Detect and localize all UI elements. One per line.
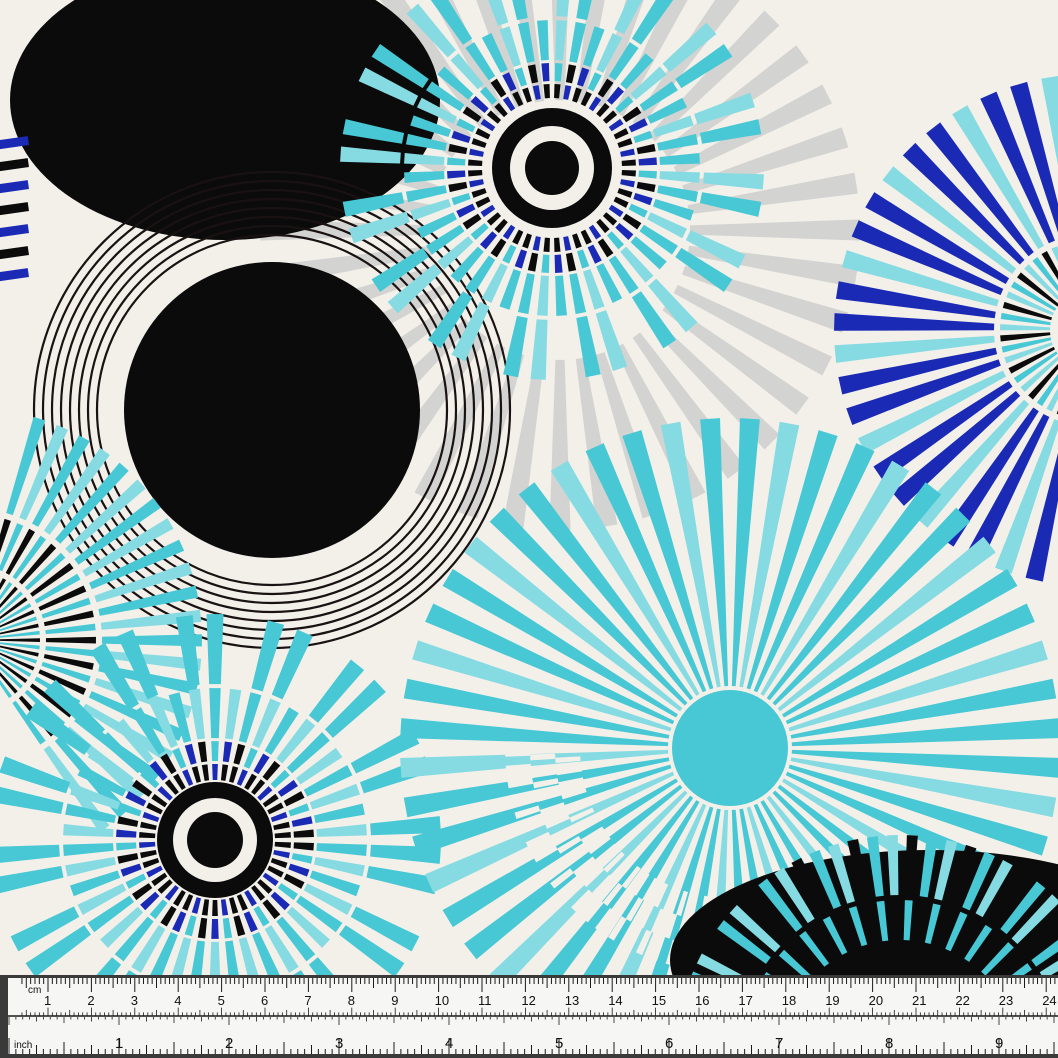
cm-label: 16 [695,993,709,1008]
cm-label: 15 [652,993,666,1008]
measuring-ruler: 1 2 3 4 5 6 7 8 9 10 11 12 13 14 15 16 17 18 19 20 21 22 23 24 … [0,975,1058,1058]
spoke-segment [209,688,221,739]
inch-label: 5 [555,1035,563,1052]
inch-label: 3 [335,1035,343,1052]
spoke-segment [211,918,219,939]
inch-label: 9 [995,1035,1003,1052]
cm-label: 12 [521,993,535,1008]
cm-label: 24 [1042,993,1056,1008]
inch-label: 1 [115,1035,123,1052]
spoke-segment [211,741,219,762]
cm-label: 4 [174,993,181,1008]
cm-label: 18 [782,993,796,1008]
inch-label: 6 [665,1035,673,1052]
cm-label: 7 [304,993,311,1008]
inch-label: 7 [775,1035,783,1052]
fabric-print [0,0,1058,975]
big-black-circle [124,262,420,558]
inch-label: 2 [225,1035,233,1052]
cm-label: 20 [869,993,883,1008]
cm-label: 14 [608,993,622,1008]
cm-label: 13 [565,993,579,1008]
cm-label: 2 [87,993,94,1008]
target-center [187,812,243,868]
spoke-segment [212,764,218,781]
cm-label: 22 [955,993,969,1008]
cm-label: 3 [131,993,138,1008]
inch-label: 8 [885,1035,893,1052]
cm-label: 19 [825,993,839,1008]
sun-center [672,690,788,806]
cm-label: 23 [999,993,1013,1008]
cm-label: 11 [478,993,492,1008]
cm-label: 5 [218,993,225,1008]
cm-label: 10 [435,993,449,1008]
cm-unit-label: cm [28,985,41,996]
fabric-photo: 1 2 3 4 5 6 7 8 9 10 11 12 13 14 15 16 17 18 19 20 21 22 23 24 … [0,0,1058,1058]
inch-unit-label: inch [14,1040,32,1051]
cm-label: 21 [912,993,926,1008]
cm-label: 9 [391,993,398,1008]
inch-label: 4 [445,1035,453,1052]
cm-label: 6 [261,993,268,1008]
checker-cut [505,749,531,757]
spoke-segment [209,941,221,975]
target-center [525,141,579,195]
cm-label: 8 [348,993,355,1008]
cm-label: 17 [738,993,752,1008]
spoke-segment [206,614,224,685]
cm-label: 1 [44,993,51,1008]
spoke-segment [212,899,218,916]
